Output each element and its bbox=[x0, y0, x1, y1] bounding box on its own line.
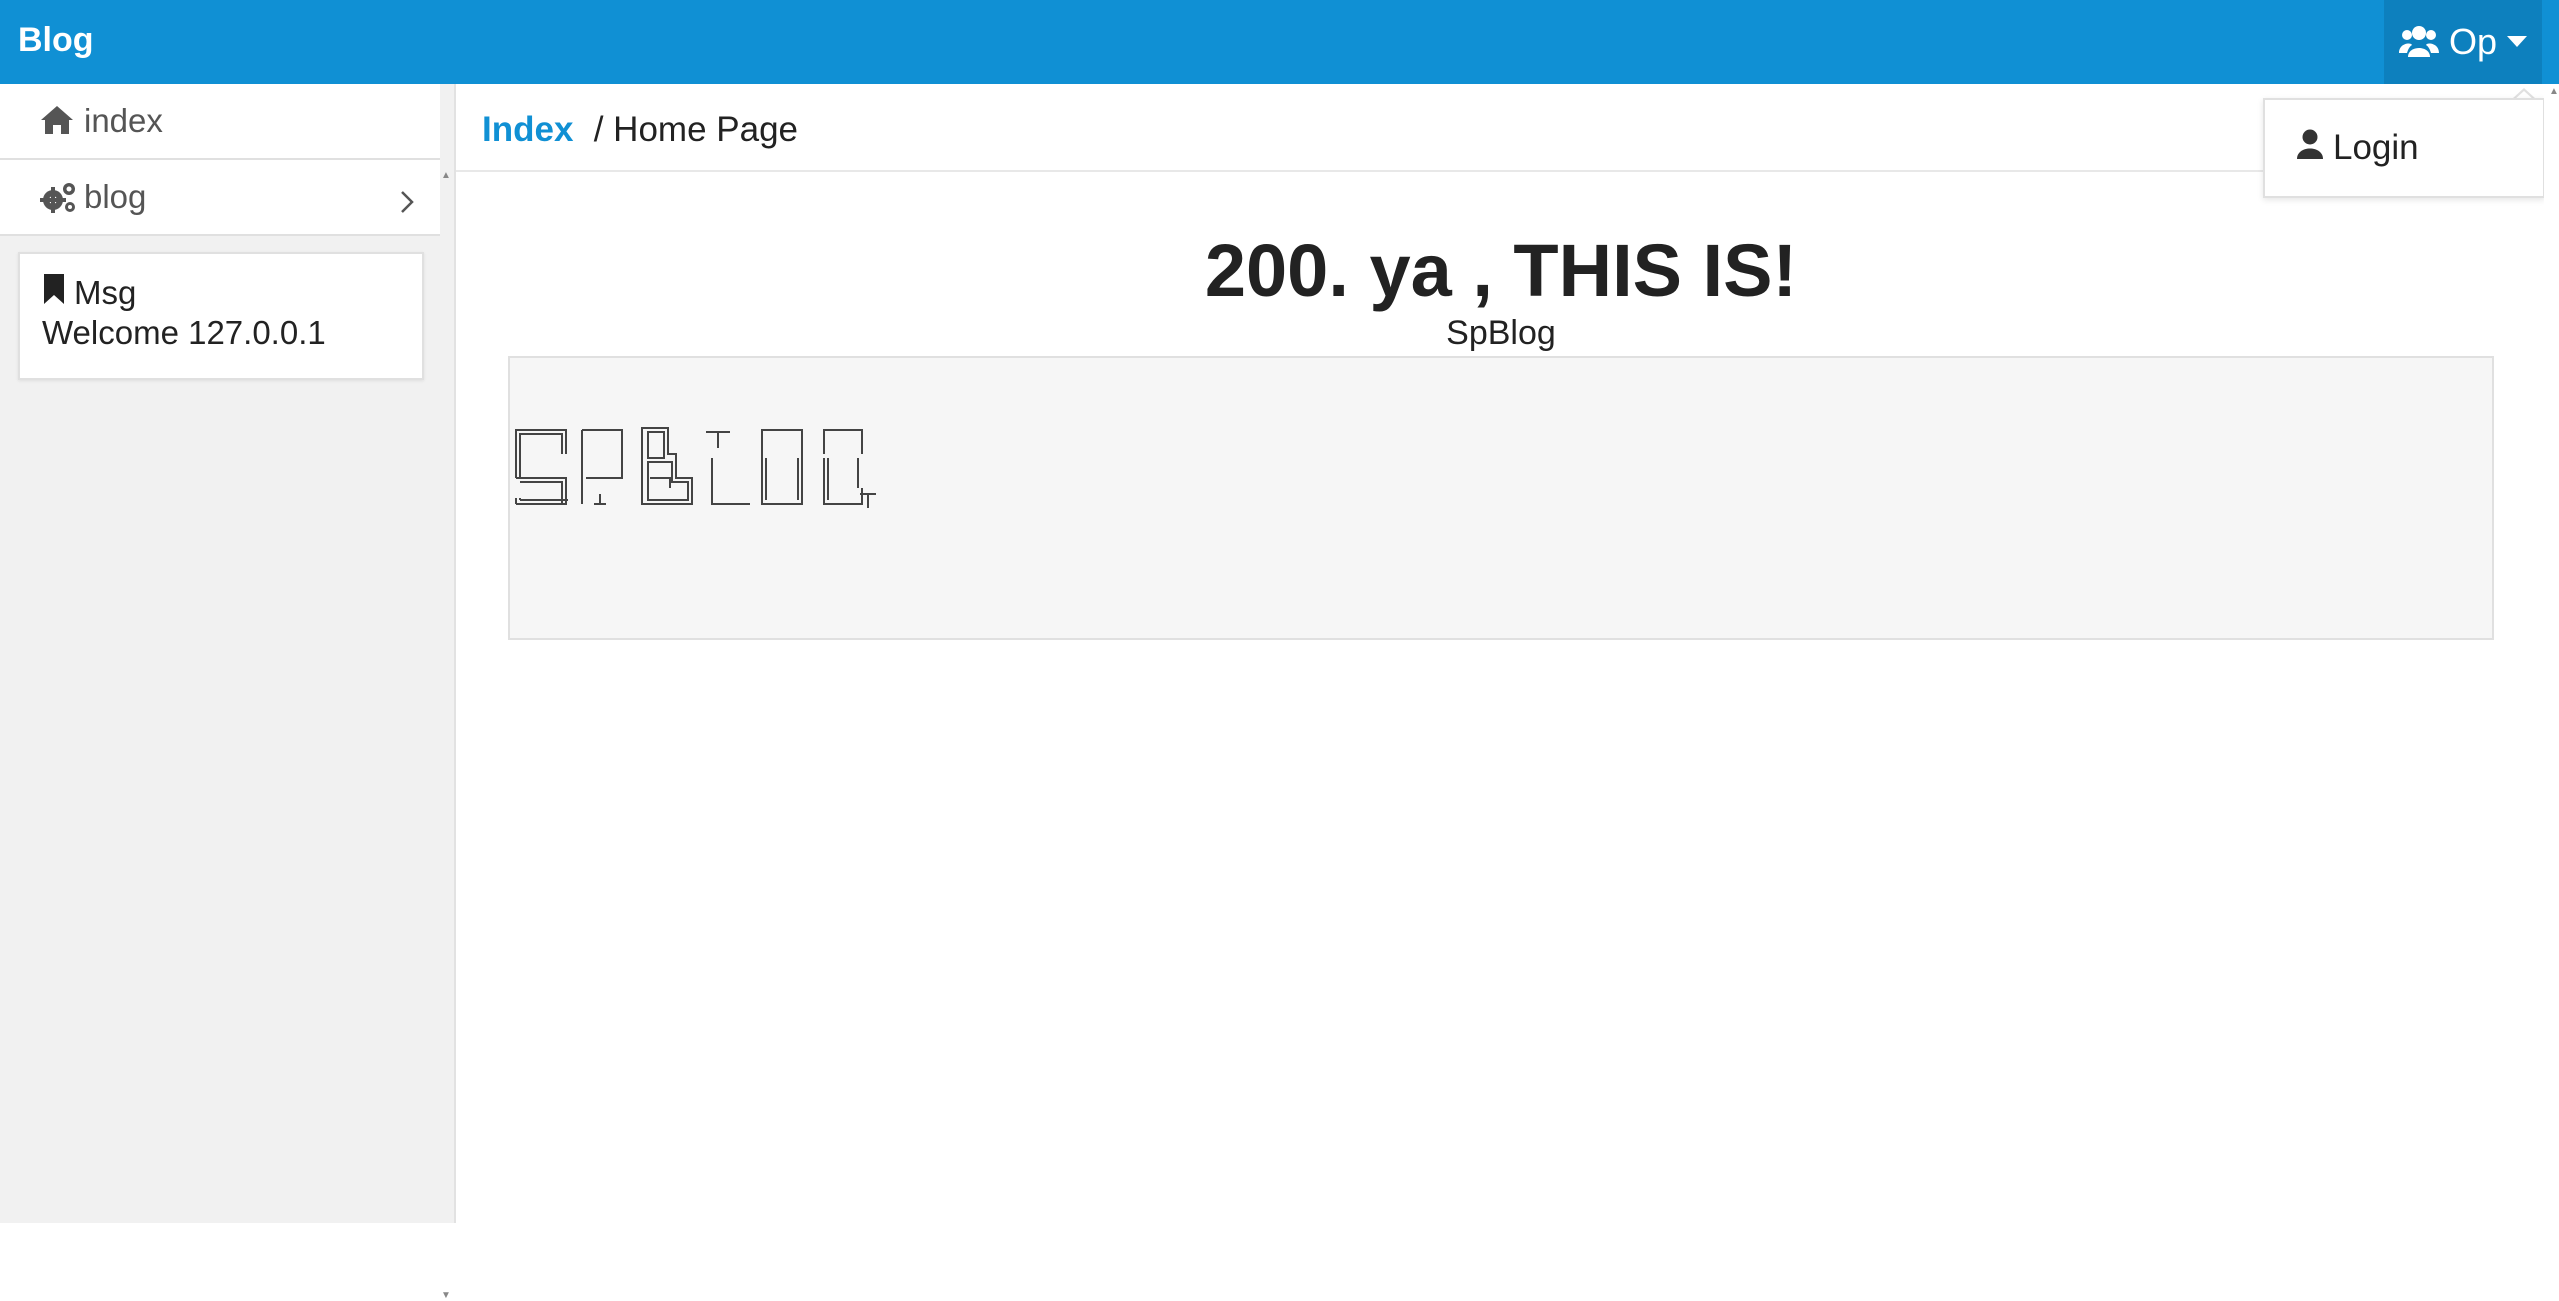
breadcrumb-index-link[interactable]: Index bbox=[482, 110, 573, 150]
users-icon bbox=[2398, 25, 2439, 59]
main-scroll-up-arrow[interactable]: ▲ bbox=[2549, 86, 2559, 97]
brand-logo[interactable]: Blog bbox=[18, 0, 94, 84]
user-icon bbox=[2297, 100, 2323, 196]
message-text: Welcome 127.0.0.1 bbox=[42, 314, 326, 351]
user-dropdown-menu: Login bbox=[2263, 98, 2545, 198]
breadcrumb-current: / Home Page bbox=[584, 110, 798, 149]
user-menu-button[interactable]: Op bbox=[2384, 0, 2542, 84]
sidebar-scroll-down-arrow[interactable]: ▼ bbox=[441, 1290, 451, 1301]
login-label: Login bbox=[2333, 128, 2419, 167]
bookmark-icon bbox=[42, 274, 66, 312]
user-menu-label: Op bbox=[2448, 21, 2498, 62]
sidebar-item-label: index bbox=[84, 102, 163, 139]
ascii-art-banner bbox=[508, 356, 2494, 640]
sidebar-item-label: blog bbox=[84, 178, 147, 215]
message-title-row: Msg bbox=[42, 274, 136, 312]
message-panel: Msg Welcome 127.0.0.1 bbox=[18, 252, 424, 380]
gears-icon bbox=[40, 180, 78, 222]
sidebar-item-blog[interactable]: blog bbox=[0, 160, 440, 236]
sidebar: index blog Msg Welcome 127.0.0.1 ▲ ▼ bbox=[0, 84, 456, 1301]
login-menu-item[interactable]: Login bbox=[2297, 100, 2419, 196]
top-navbar: Blog Op bbox=[0, 0, 2559, 84]
message-title: Msg bbox=[74, 274, 137, 311]
sidebar-scroll-up-arrow[interactable]: ▲ bbox=[441, 170, 451, 181]
caret-down-icon bbox=[2507, 36, 2528, 48]
main-scrollbar[interactable] bbox=[2544, 84, 2559, 1223]
page-subtitle: SpBlog bbox=[1446, 314, 1556, 352]
sidebar-item-index[interactable]: index bbox=[0, 84, 440, 160]
chevron-right-icon bbox=[400, 184, 414, 222]
home-icon bbox=[40, 104, 74, 144]
page-title: 200. ya , THIS IS! bbox=[1204, 229, 1798, 312]
spblog-ascii-logo bbox=[515, 427, 876, 508]
breadcrumb: Index / Home Page bbox=[456, 84, 2546, 172]
